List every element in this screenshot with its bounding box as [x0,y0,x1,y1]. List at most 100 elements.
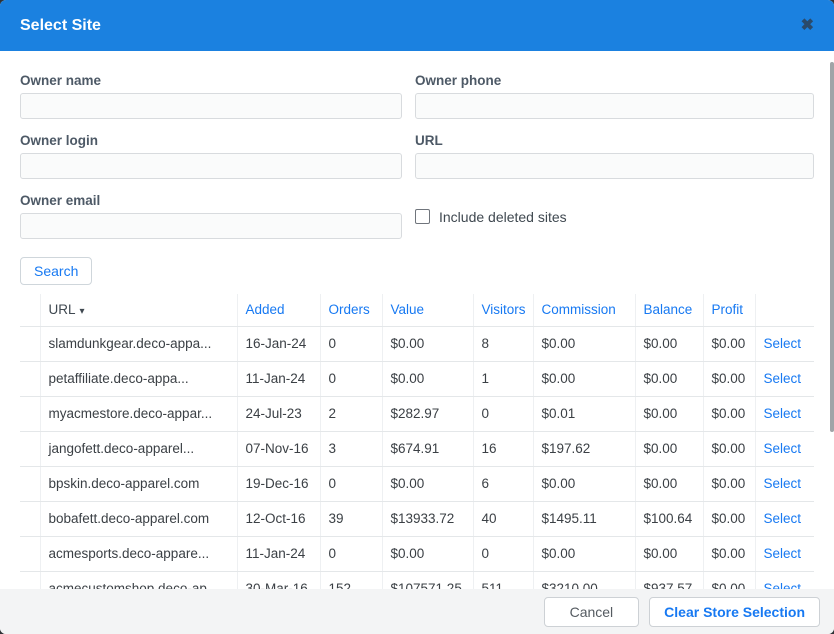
cell-balance: $0.00 [635,431,703,466]
cell-orders: 0 [320,361,382,396]
col-header-label: Profit [712,302,744,317]
select-link[interactable]: Select [764,476,802,491]
cell-url: bpskin.deco-apparel.com [40,466,237,501]
cell-url: petaffiliate.deco-appa... [40,361,237,396]
cell-orders: 2 [320,396,382,431]
cell-visitors: 0 [473,396,533,431]
col-header-label: Balance [644,302,693,317]
field-url: URL [415,133,814,179]
modal-content: Owner name Owner phone Owner login URL O… [0,51,834,634]
table-row: acmesports.deco-appare...11-Jan-240$0.00… [20,536,814,571]
modal-footer: Cancel Clear Store Selection [0,589,834,634]
search-form: Owner name Owner phone Owner login URL O… [20,73,814,239]
select-link[interactable]: Select [764,511,802,526]
field-owner-email: Owner email [20,193,402,239]
cell-added: 19-Dec-16 [237,466,320,501]
cell-balance: $0.00 [635,466,703,501]
close-icon[interactable]: ✖ [801,18,814,34]
owner-email-label: Owner email [20,193,402,208]
cell-balance: $0.00 [635,536,703,571]
col-header-value[interactable]: Value [382,294,473,326]
cell-visitors: 0 [473,536,533,571]
cell-value: $0.00 [382,536,473,571]
include-deleted-sites-checkbox[interactable] [415,209,430,224]
cell-select: Select [755,396,814,431]
table-row: slamdunkgear.deco-appa...16-Jan-240$0.00… [20,326,814,361]
col-header-label: Added [246,302,285,317]
sites-table-header: URL▾ Added Orders Value Visitors Commission Ba… [20,294,814,326]
select-link[interactable]: Select [764,371,802,386]
cell-profit: $0.00 [703,431,755,466]
cell-spacer [20,466,40,501]
field-owner-login: Owner login [20,133,402,179]
col-header-select [755,294,814,326]
cell-profit: $0.00 [703,501,755,536]
table-row: bpskin.deco-apparel.com19-Dec-160$0.006$… [20,466,814,501]
table-row: petaffiliate.deco-appa...11-Jan-240$0.00… [20,361,814,396]
col-header-orders[interactable]: Orders [320,294,382,326]
cell-visitors: 40 [473,501,533,536]
owner-login-input[interactable] [20,153,402,179]
cell-url: bobafett.deco-apparel.com [40,501,237,536]
sites-table: URL▾ Added Orders Value Visitors Commission Ba… [20,294,814,607]
cell-select: Select [755,431,814,466]
include-deleted-sites-option: Include deleted sites [415,194,814,239]
select-link[interactable]: Select [764,441,802,456]
select-link[interactable]: Select [764,336,802,351]
cell-orders: 0 [320,466,382,501]
table-row: myacmestore.deco-appar...24-Jul-232$282.… [20,396,814,431]
col-header-visitors[interactable]: Visitors [473,294,533,326]
clear-store-selection-button[interactable]: Clear Store Selection [649,597,820,627]
modal-title: Select Site [20,17,101,35]
cell-balance: $0.00 [635,326,703,361]
col-header-label: Visitors [482,302,526,317]
cell-select: Select [755,466,814,501]
cell-value: $13933.72 [382,501,473,536]
col-header-label: Commission [542,302,616,317]
url-label: URL [415,133,814,148]
url-input[interactable] [415,153,814,179]
cell-added: 07-Nov-16 [237,431,320,466]
col-header-url[interactable]: URL▾ [40,294,237,326]
owner-name-input[interactable] [20,93,402,119]
cell-value: $0.00 [382,361,473,396]
cell-visitors: 6 [473,466,533,501]
col-header-label: Value [391,302,425,317]
cancel-button[interactable]: Cancel [544,597,640,627]
cell-spacer [20,536,40,571]
cell-added: 12-Oct-16 [237,501,320,536]
vertical-scrollbar-thumb[interactable] [830,62,834,432]
table-row: bobafett.deco-apparel.com12-Oct-1639$139… [20,501,814,536]
cell-select: Select [755,326,814,361]
col-header-profit[interactable]: Profit [703,294,755,326]
owner-phone-input[interactable] [415,93,814,119]
table-row: jangofett.deco-apparel...07-Nov-163$674.… [20,431,814,466]
cell-spacer [20,326,40,361]
modal-header: Select Site ✖ [0,0,834,51]
cell-url: slamdunkgear.deco-appa... [40,326,237,361]
cell-visitors: 16 [473,431,533,466]
owner-name-label: Owner name [20,73,402,88]
cell-profit: $0.00 [703,536,755,571]
include-deleted-sites-label: Include deleted sites [439,209,567,225]
cell-profit: $0.00 [703,361,755,396]
cell-commission: $0.00 [533,361,635,396]
cell-added: 24-Jul-23 [237,396,320,431]
owner-email-input[interactable] [20,213,402,239]
cell-select: Select [755,501,814,536]
cell-value: $0.00 [382,326,473,361]
cell-orders: 3 [320,431,382,466]
cell-profit: $0.00 [703,396,755,431]
cell-orders: 39 [320,501,382,536]
owner-login-label: Owner login [20,133,402,148]
search-button[interactable]: Search [20,257,92,285]
select-link[interactable]: Select [764,546,802,561]
col-header-label: URL [49,302,76,317]
col-header-balance[interactable]: Balance [635,294,703,326]
col-header-spacer [20,294,40,326]
field-owner-name: Owner name [20,73,402,119]
cell-added: 16-Jan-24 [237,326,320,361]
select-link[interactable]: Select [764,406,802,421]
col-header-commission[interactable]: Commission [533,294,635,326]
col-header-added[interactable]: Added [237,294,320,326]
